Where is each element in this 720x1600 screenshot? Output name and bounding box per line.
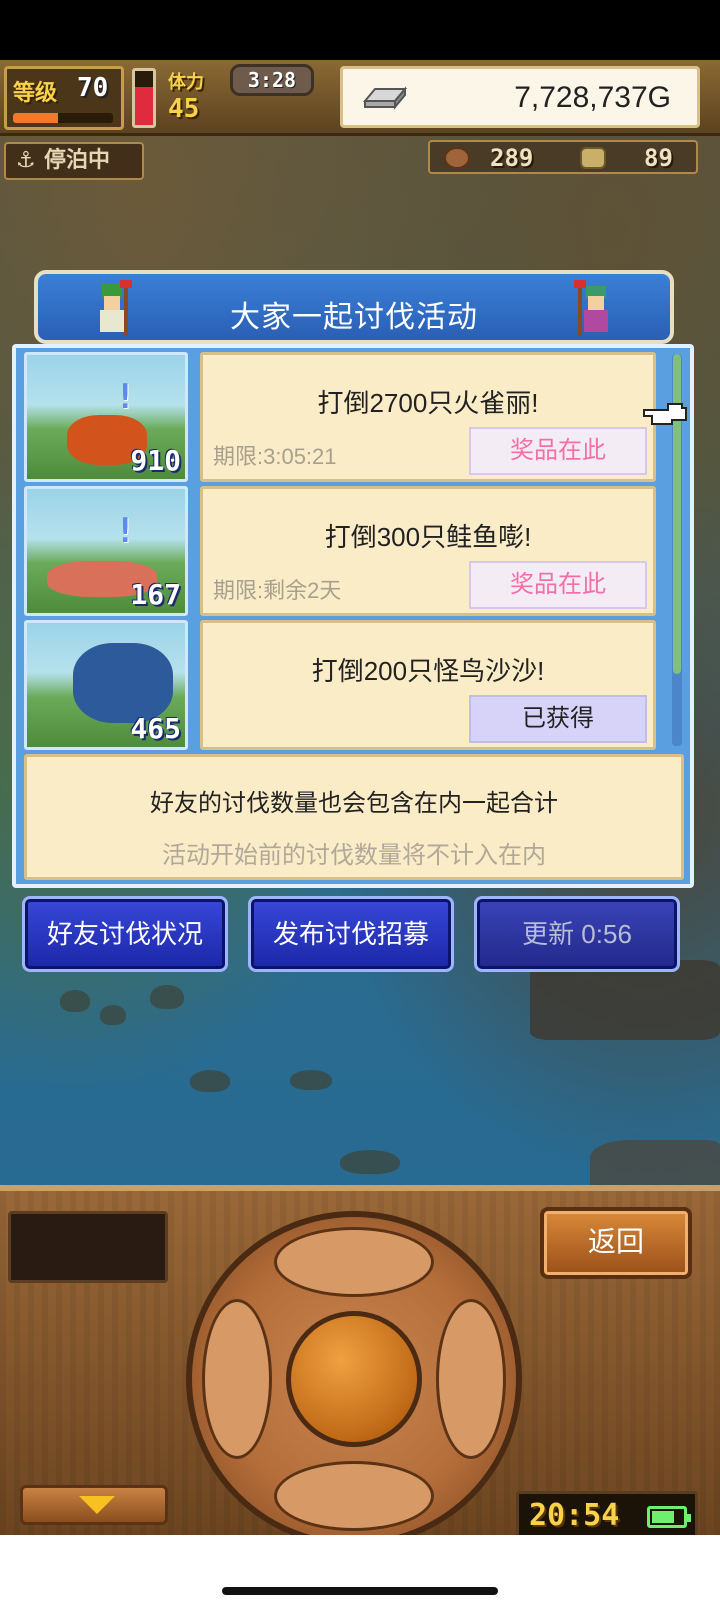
notice-line-2: 活动开始前的讨伐数量将不计入在内 bbox=[162, 842, 546, 869]
monster-image bbox=[73, 643, 173, 723]
anchored-status: ⚓ 停泊中 bbox=[4, 142, 144, 180]
coin-icon bbox=[580, 147, 606, 169]
quest-mission: 打倒2700只火雀丽! bbox=[317, 388, 539, 418]
view-prize-button[interactable]: 奖品在此 bbox=[469, 427, 647, 475]
hp-gauge-fill bbox=[135, 87, 153, 125]
resource-value-2: 89 bbox=[644, 144, 673, 172]
status-bar: 等级 70 体力 45 3:28 7,728,737G bbox=[0, 60, 720, 136]
quest-row: ! 167 打倒300只鲑鱼嘭! 期限:剩余2天 奖品在此 bbox=[24, 486, 664, 618]
map-rock bbox=[190, 1070, 230, 1092]
quest-mission: 打倒300只鲑鱼嘭! bbox=[324, 522, 532, 552]
battery-level bbox=[652, 1511, 674, 1523]
quest-card: 打倒200只怪鸟沙沙! 已获得 bbox=[200, 620, 656, 750]
stamina-value: 45 bbox=[168, 94, 200, 124]
dpad-up[interactable] bbox=[274, 1227, 434, 1297]
level-value: 70 bbox=[77, 73, 109, 103]
control-panel: 返回 20:54 bbox=[0, 1185, 720, 1547]
xp-bar bbox=[13, 113, 113, 123]
gold-value: 7,728,737G bbox=[514, 81, 671, 114]
clock-display: 20:54 bbox=[516, 1491, 698, 1539]
notice-line-1: 好友的讨伐数量也会包含在内一起合计 bbox=[150, 790, 558, 817]
post-recruit-button[interactable]: 发布讨伐招募 bbox=[248, 896, 454, 972]
level-box: 等级 70 bbox=[4, 66, 124, 130]
stamina-label: 体力 bbox=[168, 72, 204, 93]
map-rock bbox=[150, 985, 184, 1009]
map-rock bbox=[100, 1005, 126, 1025]
empty-slot bbox=[8, 1211, 168, 1283]
food-icon bbox=[444, 147, 470, 169]
level-label: 等级 bbox=[13, 81, 58, 106]
system-nav-bar bbox=[0, 1535, 720, 1600]
resource-display: 289 89 bbox=[428, 140, 698, 174]
gold-display: 7,728,737G bbox=[340, 66, 700, 128]
dpad-down[interactable] bbox=[274, 1461, 434, 1531]
map-rock bbox=[340, 1150, 400, 1174]
hero-right-icon bbox=[574, 280, 608, 336]
kill-count: 167 bbox=[130, 578, 181, 611]
monster-thumbnail: ! 465 bbox=[24, 620, 188, 750]
xp-bar-fill bbox=[13, 113, 58, 123]
kill-count: 910 bbox=[130, 444, 181, 477]
battery-icon bbox=[647, 1506, 691, 1528]
event-panel: ! 910 打倒2700只火雀丽! 期限:3:05:21 奖品在此 ! 167 … bbox=[12, 344, 694, 888]
silver-bar-icon bbox=[362, 86, 408, 110]
stamina-timer: 3:28 bbox=[230, 64, 314, 96]
home-indicator[interactable] bbox=[222, 1587, 498, 1595]
quest-deadline: 期限:3:05:21 bbox=[213, 444, 337, 469]
monster-thumbnail: ! 910 bbox=[24, 352, 188, 482]
back-button[interactable]: 返回 bbox=[540, 1207, 692, 1279]
resource-value-1: 289 bbox=[490, 144, 534, 172]
kill-count: 465 bbox=[130, 712, 181, 745]
quest-card: 打倒2700只火雀丽! 期限:3:05:21 奖品在此 bbox=[200, 352, 656, 482]
alert-icon: ! bbox=[115, 511, 136, 551]
dpad-right[interactable] bbox=[436, 1299, 506, 1459]
hp-gauge bbox=[132, 68, 156, 128]
alert-icon: ! bbox=[115, 377, 136, 417]
direction-pad[interactable] bbox=[186, 1211, 522, 1547]
event-header: 大家一起讨伐活动 bbox=[34, 270, 674, 344]
event-notice: 好友的讨伐数量也会包含在内一起合计 活动开始前的讨伐数量将不计入在内 bbox=[24, 754, 684, 880]
anchored-label: 停泊中 bbox=[44, 148, 111, 173]
dpad-left[interactable] bbox=[202, 1299, 272, 1459]
quest-card: 打倒300只鲑鱼嘭! 期限:剩余2天 奖品在此 bbox=[200, 486, 656, 616]
quest-row: ! 465 打倒200只怪鸟沙沙! 已获得 bbox=[24, 620, 664, 752]
friend-status-button[interactable]: 好友讨伐状况 bbox=[22, 896, 228, 972]
pointing-hand-icon bbox=[643, 403, 687, 425]
dpad-center-button[interactable] bbox=[286, 1311, 422, 1447]
quest-row: ! 910 打倒2700只火雀丽! 期限:3:05:21 奖品在此 bbox=[24, 352, 664, 484]
map-rock bbox=[60, 990, 90, 1012]
quest-deadline: 期限:剩余2天 bbox=[213, 578, 342, 603]
map-rock bbox=[290, 1070, 332, 1090]
monster-thumbnail: ! 167 bbox=[24, 486, 188, 616]
refresh-button[interactable]: 更新 0:56 bbox=[474, 896, 680, 972]
map-rock bbox=[530, 960, 720, 1040]
stamina-box: 体力 45 bbox=[164, 68, 234, 130]
view-prize-button[interactable]: 奖品在此 bbox=[469, 561, 647, 609]
claimed-button: 已获得 bbox=[469, 695, 647, 743]
anchor-icon: ⚓ bbox=[16, 148, 36, 173]
quest-mission: 打倒200只怪鸟沙沙! bbox=[311, 656, 545, 686]
clock-value: 20:54 bbox=[529, 1498, 620, 1533]
arrow-down-icon bbox=[79, 1496, 115, 1514]
menu-toggle-button[interactable] bbox=[20, 1485, 168, 1525]
